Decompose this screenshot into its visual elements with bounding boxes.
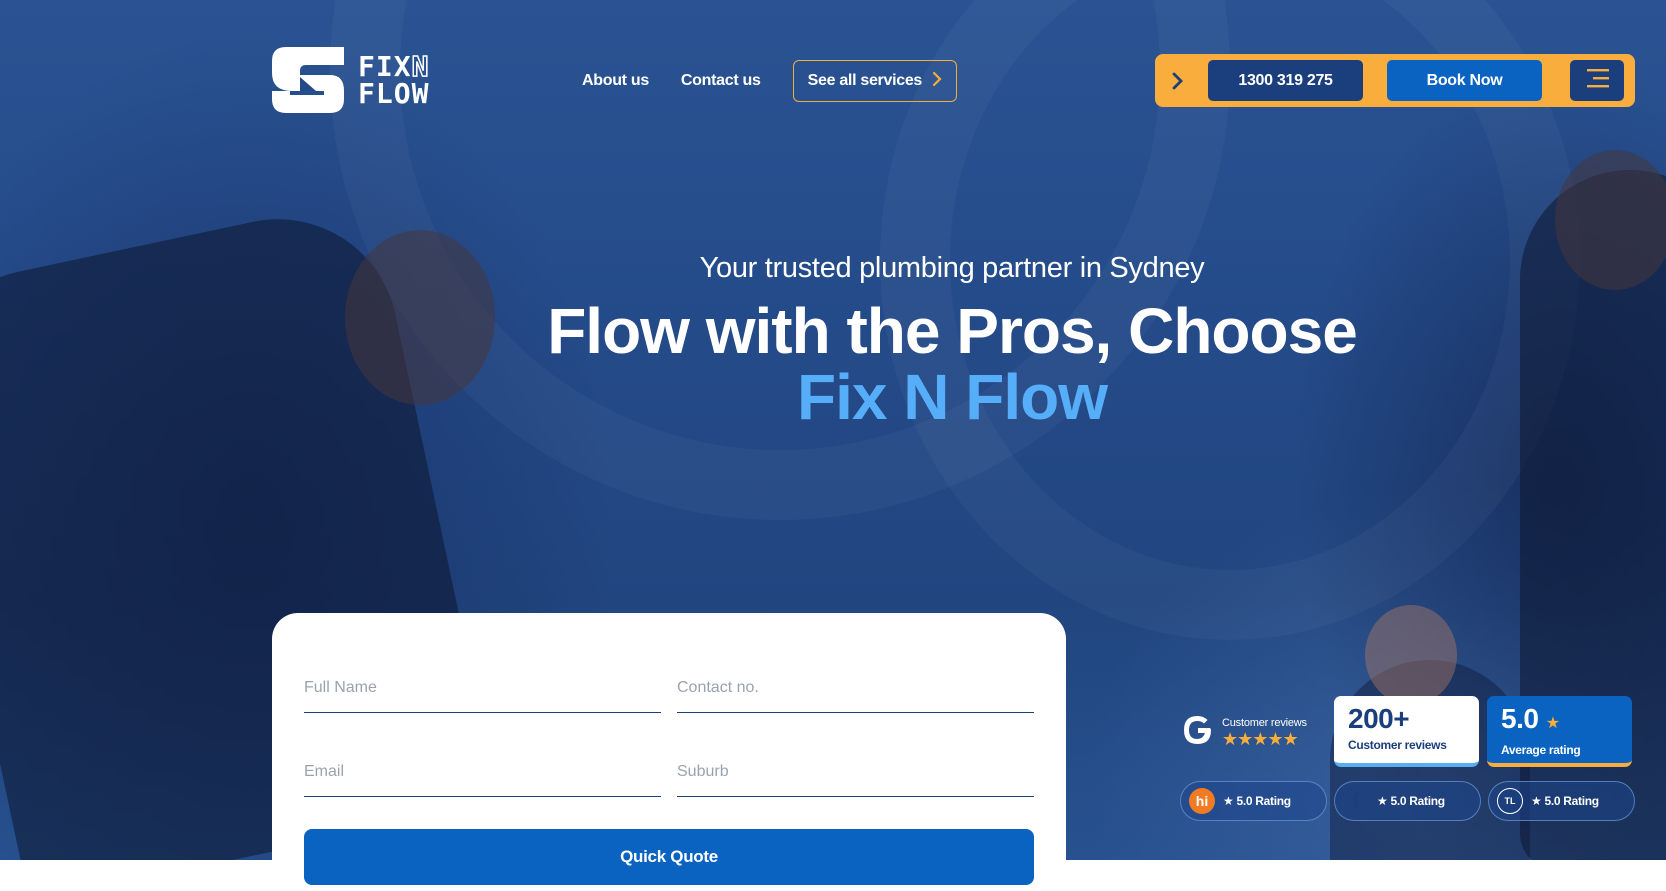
- facebook-icon: f: [1352, 788, 1360, 813]
- hipages-icon: hi: [1189, 788, 1215, 814]
- hero-tagline: Your trusted plumbing partner in Sydney: [699, 252, 1205, 284]
- average-rating-label: Average rating: [1501, 743, 1581, 757]
- contact-number-input[interactable]: [677, 663, 1034, 713]
- review-count-label: Customer reviews: [1348, 738, 1447, 752]
- star-icon: ★: [1545, 715, 1560, 732]
- logo-text-flow: FLOW: [358, 77, 430, 110]
- hero-headline-accent: Fix N Flow: [797, 361, 1108, 433]
- chevron-right-icon: [932, 71, 942, 92]
- google-reviews-label: Customer reviews: [1222, 717, 1307, 729]
- google-reviews[interactable]: Customer reviews ★★★★★: [1180, 712, 1307, 753]
- chevron-right-icon[interactable]: [1161, 60, 1195, 102]
- logo-mark-icon: [272, 47, 344, 113]
- google-icon: [1180, 712, 1216, 753]
- nav-about-link[interactable]: About us: [582, 72, 649, 90]
- google-stars: ★★★★★: [1222, 729, 1299, 749]
- main-nav: About us Contact us See all services: [582, 60, 958, 102]
- header-cta-bar: 1300 319 275 Book Now: [1155, 54, 1635, 107]
- see-all-services-button[interactable]: See all services: [792, 60, 958, 102]
- full-name-input[interactable]: [304, 663, 661, 713]
- facebook-rating-text: ★ 5.0 Rating: [1377, 794, 1445, 808]
- suburb-input[interactable]: [677, 747, 1034, 797]
- plumber-head-bottom: [1365, 605, 1457, 705]
- hero-headline: Flow with the Pros, Choose Fix N Flow: [0, 298, 1666, 430]
- logo[interactable]: FIXN FLOW: [272, 47, 429, 113]
- hero-headline-main: Flow with the Pros, Choose: [547, 295, 1358, 367]
- nav-contact-link[interactable]: Contact us: [681, 72, 761, 90]
- phone-button[interactable]: 1300 319 275: [1208, 60, 1363, 101]
- see-all-services-label: See all services: [807, 72, 923, 89]
- book-now-button[interactable]: Book Now: [1387, 60, 1542, 101]
- email-input[interactable]: [304, 747, 661, 797]
- truelocal-rating-text: ★ 5.0 Rating: [1531, 794, 1599, 808]
- hipages-rating-text: ★ 5.0 Rating: [1223, 794, 1291, 808]
- review-count-value: 200+: [1348, 703, 1410, 734]
- facebook-rating[interactable]: f ★ 5.0 Rating: [1334, 781, 1481, 821]
- review-count-card: 200+ Customer reviews: [1334, 696, 1479, 767]
- truelocal-icon: TL: [1497, 788, 1523, 814]
- average-rating-card: 5.0 ★ Average rating: [1487, 696, 1632, 767]
- quick-quote-button[interactable]: Quick Quote: [304, 829, 1034, 885]
- menu-icon: [1583, 66, 1611, 95]
- hipages-rating[interactable]: hi ★ 5.0 Rating: [1180, 781, 1327, 821]
- hamburger-menu-button[interactable]: [1570, 60, 1624, 101]
- quick-quote-form: Quick Quote: [272, 613, 1066, 891]
- truelocal-rating[interactable]: TL ★ 5.0 Rating: [1488, 781, 1635, 821]
- logo-wordmark: FIXN FLOW: [358, 52, 430, 110]
- average-rating-value: 5.0: [1501, 703, 1539, 734]
